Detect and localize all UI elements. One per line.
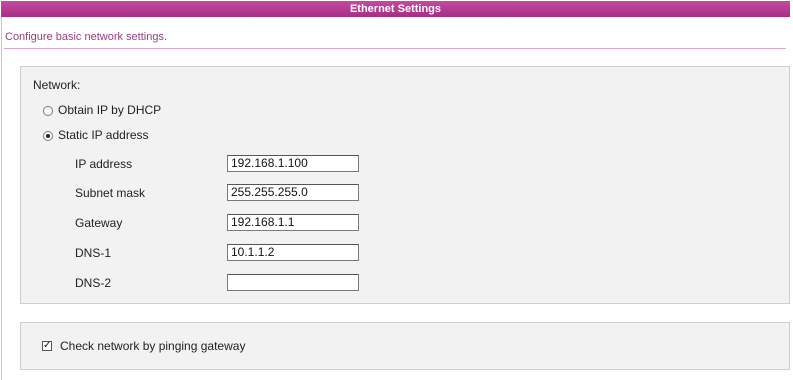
network-panel: Network: Obtain IP by DHCP Static IP add…	[20, 66, 790, 304]
dns2-label: DNS-2	[75, 276, 112, 290]
ip-address-label: IP address	[75, 157, 133, 171]
gateway-input[interactable]	[227, 214, 359, 231]
ip-address-input[interactable]	[227, 155, 359, 172]
dhcp-label: Obtain IP by DHCP	[58, 103, 162, 117]
static-ip-label: Static IP address	[58, 128, 149, 142]
dns1-label: DNS-1	[75, 246, 112, 260]
page-subtitle: Configure basic network settings.	[5, 31, 168, 43]
gateway-label: Gateway	[75, 216, 123, 230]
network-heading: Network:	[33, 78, 81, 92]
subnet-mask-label: Subnet mask	[75, 186, 146, 200]
ping-panel: ✓ Check network by pinging gateway	[20, 322, 790, 370]
dns1-input[interactable]	[227, 244, 359, 261]
ping-checkbox[interactable]: ✓	[42, 341, 52, 351]
page-title: Ethernet Settings	[1, 1, 790, 17]
subnet-mask-input[interactable]	[227, 184, 359, 201]
dns2-input[interactable]	[227, 274, 359, 291]
dhcp-radio[interactable]	[43, 106, 53, 116]
static-ip-radio[interactable]	[43, 131, 53, 141]
left-border	[1, 17, 2, 380]
ping-label: Check network by pinging gateway	[60, 339, 246, 353]
divider	[4, 48, 786, 49]
